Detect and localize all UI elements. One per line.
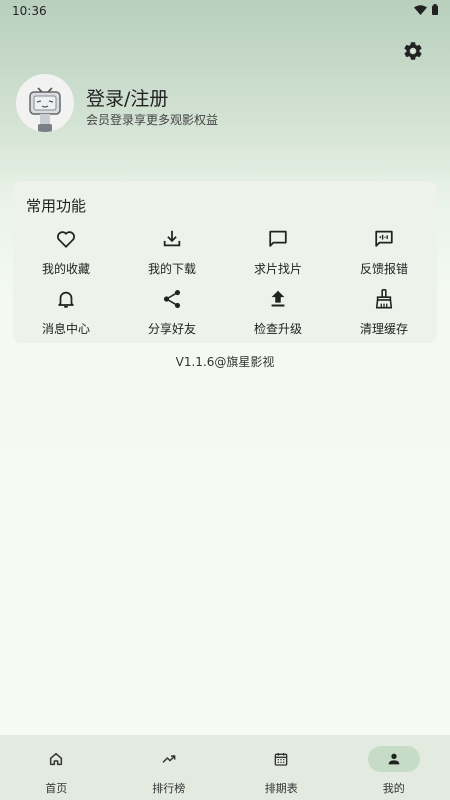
favorites-button[interactable]: 我的收藏 (13, 225, 119, 285)
nav-label: 我的 (382, 782, 405, 795)
download-icon (160, 227, 184, 251)
heart-icon (54, 227, 78, 251)
function-label: 求片找片 (253, 262, 302, 276)
broom-icon (372, 287, 396, 311)
feedback-icon (372, 227, 396, 251)
section-title: 常用功能 (26, 197, 87, 215)
login-title[interactable]: 登录/注册 (86, 84, 168, 111)
function-label: 我的下载 (147, 262, 196, 276)
check-update-button[interactable]: 检查升级 (225, 285, 331, 345)
function-label: 我的收藏 (41, 262, 90, 276)
downloads-button[interactable]: 我的下载 (119, 225, 225, 285)
request-movie-button[interactable]: 求片找片 (225, 225, 331, 285)
wifi-icon (414, 4, 427, 15)
status-bar: 10:36 (0, 0, 450, 22)
bottom-nav: 首页 排行榜 排期表 我的 (0, 735, 450, 800)
version-text: V1.1.6@旗星影视 (175, 355, 275, 369)
nav-schedule[interactable]: 排期表 (225, 735, 338, 800)
nav-home[interactable]: 首页 (0, 735, 113, 800)
nav-mine[interactable]: 我的 (338, 735, 450, 800)
settings-button[interactable] (398, 36, 428, 66)
share-button[interactable]: 分享好友 (119, 285, 225, 345)
messages-button[interactable]: 消息中心 (13, 285, 119, 345)
function-label: 检查升级 (253, 322, 302, 336)
avatar[interactable] (16, 74, 74, 132)
status-time: 10:36 (12, 4, 47, 18)
function-label: 消息中心 (41, 322, 90, 336)
chat-icon (266, 227, 290, 251)
nav-label: 首页 (45, 782, 68, 795)
nav-ranking[interactable]: 排行榜 (113, 735, 226, 800)
login-subtitle: 会员登录享更多观影权益 (86, 113, 219, 127)
functions-card: 常用功能 我的收藏 我的下载 求片找片 反馈报错 消息中心 分享好友 检查升级 … (13, 181, 437, 343)
gear-icon (402, 40, 424, 62)
clear-cache-button[interactable]: 清理缓存 (331, 285, 437, 345)
share-icon (160, 287, 184, 311)
bell-icon (54, 287, 78, 311)
function-label: 清理缓存 (359, 322, 408, 336)
functions-grid: 我的收藏 我的下载 求片找片 反馈报错 消息中心 分享好友 检查升级 清理缓存 (13, 225, 437, 345)
trending-icon (143, 746, 195, 772)
nav-label: 排期表 (264, 782, 298, 795)
function-label: 反馈报错 (359, 262, 408, 276)
calendar-icon (255, 746, 307, 772)
feedback-button[interactable]: 反馈报错 (331, 225, 437, 285)
function-label: 分享好友 (147, 322, 196, 336)
nav-label: 排行榜 (152, 782, 186, 795)
tv-mascot-icon (29, 87, 61, 132)
person-icon (367, 746, 420, 772)
home-icon (30, 746, 82, 772)
battery-icon (432, 4, 438, 15)
upload-icon (266, 287, 290, 311)
